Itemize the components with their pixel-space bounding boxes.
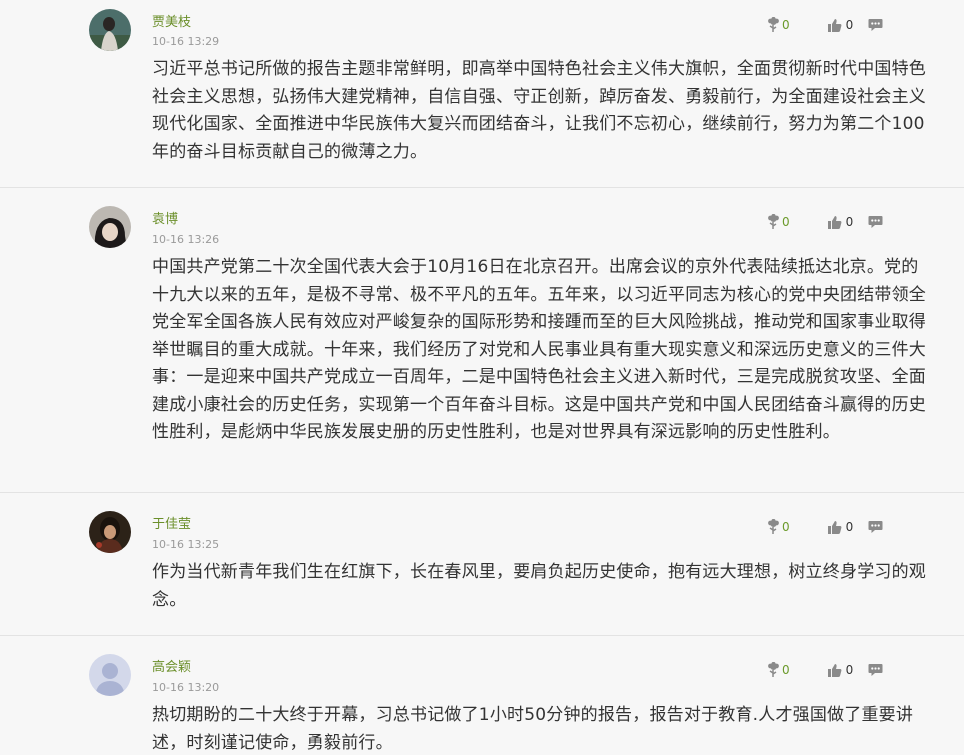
send-flower-button[interactable]: 0	[766, 662, 827, 678]
photo-avatar-outdoor-icon	[89, 9, 131, 51]
comment-item: 于佳莹 10-16 13:25 0 0 作为当代新青年我们生在红旗下，长在春风里…	[0, 493, 964, 636]
thumbs-up-icon	[827, 215, 842, 229]
comment-time: 10-16 13:29	[152, 35, 220, 48]
comment-author[interactable]: 袁博	[152, 212, 178, 228]
comment-time: 10-16 13:25	[152, 538, 220, 551]
like-count: 0	[845, 215, 854, 229]
like-count: 0	[845, 663, 854, 677]
avatar[interactable]	[89, 206, 131, 248]
flower-count: 0	[782, 215, 790, 229]
comment-text: 作为当代新青年我们生在红旗下，长在春风里，要肩负起历史使命，抱有远大理想，树立终…	[152, 562, 926, 610]
comment-time: 10-16 13:26	[152, 233, 220, 246]
avatar[interactable]	[89, 654, 131, 696]
reply-button[interactable]	[868, 215, 883, 229]
thumbs-up-icon	[827, 520, 842, 534]
comment-text: 热切期盼的二十大终于开幕，习总书记做了1小时50分钟的报告，报告对于教育.人才强…	[152, 705, 914, 753]
comment-item: 贾美枝 10-16 13:29 0 0 习近平总书记所做的报告主题非常鲜明，即高…	[0, 0, 964, 188]
comment-item: 袁博 10-16 13:26 0 0 中国共产党第二十次全国代表大会于10月16…	[0, 188, 964, 493]
comment-author[interactable]: 贾美枝	[152, 15, 191, 31]
flower-icon	[768, 519, 779, 534]
comment-bubble-icon	[868, 521, 883, 533]
comment-bubble-icon	[868, 216, 883, 228]
comment-author[interactable]: 高会颖	[152, 660, 191, 676]
more-menu-icon[interactable]	[906, 667, 921, 679]
photo-avatar-dark-icon	[89, 511, 131, 553]
reply-button[interactable]	[868, 663, 883, 677]
flower-icon	[768, 662, 779, 677]
more-menu-icon[interactable]	[906, 524, 921, 536]
reply-button[interactable]	[868, 520, 883, 534]
comment-item: 高会颖 10-16 13:20 0 0 热切期盼的二十大终于开幕，习总书记做了1…	[0, 636, 964, 755]
flower-icon	[768, 17, 779, 32]
like-button[interactable]: 0	[827, 662, 869, 678]
comment-text: 中国共产党第二十次全国代表大会于10月16日在北京召开。出席会议的京外代表陆续抵…	[152, 257, 926, 442]
send-flower-button[interactable]: 0	[766, 17, 827, 33]
comment-bubble-icon	[868, 664, 883, 676]
flower-icon	[768, 214, 779, 229]
like-button[interactable]: 0	[827, 17, 869, 33]
photo-avatar-portrait-icon	[89, 206, 131, 248]
more-menu-icon[interactable]	[906, 219, 921, 231]
like-button[interactable]: 0	[827, 519, 869, 535]
comment-actions: 0 0	[766, 212, 921, 232]
comment-actions: 0 0	[766, 15, 921, 35]
more-menu-icon[interactable]	[906, 22, 921, 34]
send-flower-button[interactable]: 0	[766, 519, 827, 535]
thumbs-up-icon	[827, 18, 842, 32]
comment-bubble-icon	[868, 19, 883, 31]
send-flower-button[interactable]: 0	[766, 214, 827, 230]
like-count: 0	[845, 520, 854, 534]
flower-count: 0	[782, 18, 790, 32]
comment-time: 10-16 13:20	[152, 681, 220, 694]
like-count: 0	[845, 18, 854, 32]
avatar[interactable]	[89, 511, 131, 553]
thumbs-up-icon	[827, 663, 842, 677]
like-button[interactable]: 0	[827, 214, 869, 230]
flower-count: 0	[782, 663, 790, 677]
reply-button[interactable]	[868, 18, 883, 32]
comment-text: 习近平总书记所做的报告主题非常鲜明，即高举中国特色社会主义伟大旗帜，全面贯彻新时…	[152, 59, 926, 162]
comment-actions: 0 0	[766, 660, 921, 680]
comment-author[interactable]: 于佳莹	[152, 517, 191, 533]
avatar[interactable]	[89, 9, 131, 51]
flower-count: 0	[782, 520, 790, 534]
comment-actions: 0 0	[766, 517, 921, 537]
default-user-avatar-icon	[89, 654, 131, 696]
